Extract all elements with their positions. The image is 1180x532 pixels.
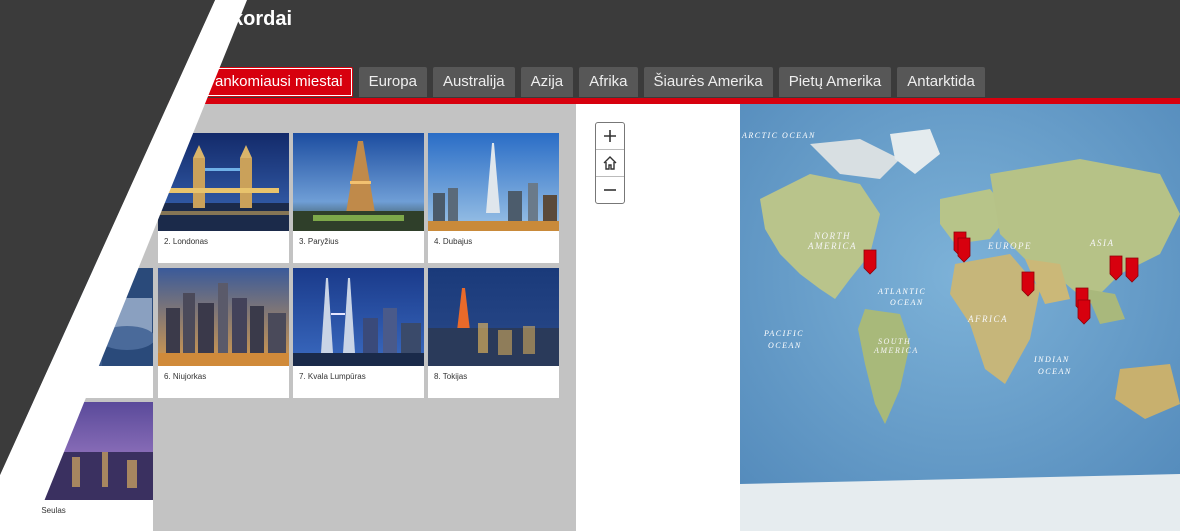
city-card-newyork[interactable]: 6. Niujorkas: [158, 268, 289, 398]
tab-popular-cities[interactable]: ankomiausi miestai: [205, 67, 353, 97]
map-label-arctic: ARCTIC OCEAN: [741, 131, 816, 140]
zoom-in-button[interactable]: [596, 123, 624, 150]
city-card-tokyo[interactable]: 8. Tokijas: [428, 268, 559, 398]
city-card-paris[interactable]: 3. Paryžius: [293, 133, 424, 263]
tab-africa[interactable]: Afrika: [579, 67, 638, 97]
map-label-south: SOUTH: [878, 337, 911, 346]
tab-asia[interactable]: Azija: [520, 67, 574, 97]
city-caption: 2. Londonas: [164, 237, 209, 246]
tab-south-america[interactable]: Pietų Amerika: [778, 67, 892, 97]
map-label-indian-ocean: OCEAN: [1038, 367, 1072, 376]
plus-icon: [604, 130, 616, 142]
map-label-north: NORTH: [813, 231, 851, 241]
zoom-out-button[interactable]: [596, 177, 624, 203]
map-label-atlantic-ocean: OCEAN: [890, 298, 924, 307]
tab-europe[interactable]: Europa: [358, 67, 427, 97]
city-caption: 4. Dubajus: [434, 237, 473, 246]
city-photo-kuala-lumpur: [293, 268, 424, 366]
city-caption: 6. Niujorkas: [164, 372, 207, 381]
city-card-dubai[interactable]: 4. Dubajus: [428, 133, 559, 263]
city-caption: 7. Kvala Lumpūras: [299, 372, 366, 381]
home-button[interactable]: [596, 150, 624, 177]
city-photo-tokyo: [428, 268, 559, 366]
city-card-kuala-lumpur[interactable]: 7. Kvala Lumpūras: [293, 268, 424, 398]
city-photo-seoul: [22, 402, 153, 500]
city-card-singapore[interactable]: [22, 268, 153, 398]
city-card-seoul[interactable]: 10. Seulas: [22, 402, 153, 532]
city-photo-dubai: [428, 133, 559, 231]
tab-australia[interactable]: Australija: [432, 67, 515, 97]
header-bar: kordai ankomiausi miestai Europa Austral…: [0, 0, 1180, 100]
map-label-europe: EUROPE: [987, 241, 1032, 251]
page-title: kordai: [232, 8, 293, 30]
tab-antarctica[interactable]: Antarktida: [897, 67, 985, 97]
tab-bar: ankomiausi miestai Europa Australija Azi…: [205, 67, 985, 97]
home-icon: [603, 156, 617, 170]
world-map[interactable]: ARCTIC OCEAN NORTH AMERICA EUROPE ASIA A…: [740, 104, 1180, 531]
map-label-indian: INDIAN: [1033, 355, 1070, 364]
minus-icon: [604, 189, 616, 191]
city-photo-london: [158, 133, 289, 231]
app-window: kordai ankomiausi miestai Europa Austral…: [0, 0, 1180, 532]
map-label-asia: ASIA: [1089, 238, 1115, 248]
map-label-america: AMERICA: [807, 241, 857, 251]
city-card-london[interactable]: 2. Londonas: [158, 133, 289, 263]
map-label-atlantic: ATLANTIC: [877, 287, 926, 296]
map-label-africa: AFRICA: [967, 314, 1008, 324]
map-label-pacific-ocean: OCEAN: [768, 341, 802, 350]
map-label-south-america: AMERICA: [873, 346, 919, 355]
city-gallery: 2. Londonas 3. Paryžius 4. Dubajus 6. Ni…: [0, 104, 576, 532]
map-zoom-controls: [595, 122, 625, 204]
map-label-pacific: PACIFIC: [763, 329, 804, 338]
city-photo-paris: [293, 133, 424, 231]
city-photo-singapore: [22, 268, 153, 366]
city-caption: 8. Tokijas: [434, 372, 468, 381]
city-caption: 10. Seulas: [28, 506, 66, 515]
city-photo-newyork: [158, 268, 289, 366]
tab-north-america[interactable]: Šiaurės Amerika: [643, 67, 773, 97]
city-caption: 3. Paryžius: [299, 237, 339, 246]
